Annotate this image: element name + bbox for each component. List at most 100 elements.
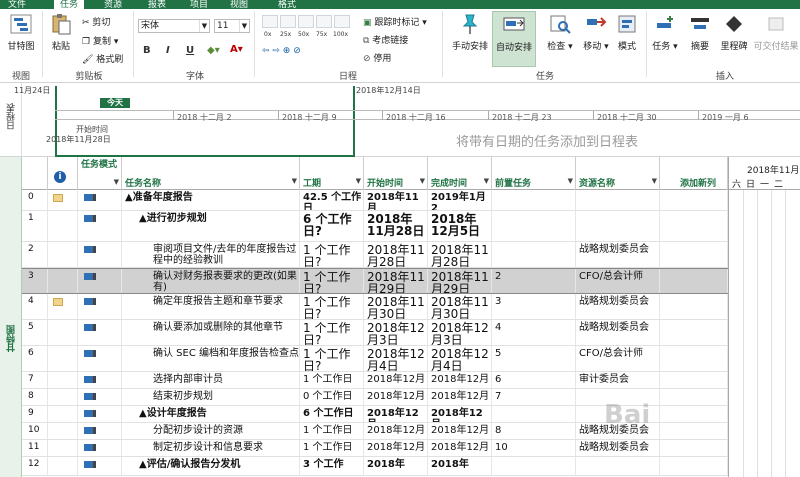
resource-cell[interactable] (576, 190, 660, 210)
finish-date-cell[interactable]: 2019年1月2 (428, 190, 492, 210)
finish-date-cell[interactable]: 2018年11月29日 (428, 269, 492, 293)
indent-buttons[interactable]: ⇦ ⇨ ⊕ ⊘ (262, 46, 301, 56)
chevron-down-icon[interactable]: ▼ (239, 20, 249, 32)
pct-75-button[interactable] (316, 15, 332, 28)
chevron-down-icon[interactable]: ▼ (568, 177, 573, 185)
finish-date-cell[interactable]: 2018年12月4日 (428, 346, 492, 371)
resource-cell[interactable]: CFO/总会计师 (576, 269, 660, 293)
task-mode-cell[interactable] (78, 372, 122, 388)
tab-report[interactable]: 报表 (148, 0, 166, 9)
predecessor-cell[interactable]: 10 (492, 440, 576, 456)
row-id-cell[interactable]: 7 (22, 372, 48, 388)
pct-0-button[interactable] (262, 15, 278, 28)
bold-button[interactable]: B (143, 45, 151, 56)
chevron-down-icon[interactable]: ▼ (199, 20, 209, 32)
table-row[interactable]: 11 制定初步设计和信息要求 1 个工作日 2018年12月 2018年12月 10 战略规… (22, 440, 728, 457)
task-mode-cell[interactable] (78, 294, 122, 319)
resource-cell[interactable]: 战略规划委员会 (576, 242, 660, 267)
predecessor-cell[interactable] (492, 457, 576, 475)
finish-date-cell[interactable]: 2018年12月 (428, 440, 492, 456)
tab-file[interactable]: 文件 (8, 0, 26, 9)
predecessor-cell[interactable]: 5 (492, 346, 576, 371)
resource-cell[interactable]: 战略规划委员会 (576, 320, 660, 345)
resource-cell[interactable]: 战略规划委员会 (576, 294, 660, 319)
header-duration[interactable]: 工期 ▼ (300, 157, 364, 190)
auto-schedule-button[interactable]: 自动安排 (492, 11, 536, 67)
resource-cell[interactable]: 战略规划委员会 (576, 440, 660, 456)
row-indicator-cell[interactable] (48, 372, 78, 388)
chevron-down-icon[interactable]: ▼ (292, 177, 297, 185)
header-info[interactable]: i (48, 157, 78, 190)
duration-cell[interactable]: 42.5 个工作日 (300, 190, 364, 210)
add-column-cell[interactable] (660, 440, 728, 456)
header-add-column[interactable]: 添加新列 (660, 157, 728, 190)
start-date-cell[interactable]: 2018年12月 (364, 372, 428, 388)
tab-project[interactable]: 项目 (190, 0, 208, 9)
format-painter-button[interactable]: 🖌 格式刷 (82, 52, 123, 65)
row-id-cell[interactable]: 5 (22, 320, 48, 345)
insert-task-button[interactable]: 任务 ▾ (650, 13, 680, 52)
row-id-cell[interactable]: 2 (22, 242, 48, 267)
row-id-cell[interactable]: 10 (22, 423, 48, 439)
row-indicator-cell[interactable] (48, 320, 78, 345)
manual-schedule-button[interactable]: 手动安排 (448, 13, 492, 52)
add-column-cell[interactable] (660, 457, 728, 475)
finish-date-cell[interactable]: 2018年12月 (428, 372, 492, 388)
predecessor-cell[interactable]: 8 (492, 423, 576, 439)
task-name-cell[interactable]: ▲评估/确认报告分发机 (122, 457, 300, 475)
finish-date-cell[interactable]: 2018年12月3日 (428, 320, 492, 345)
timeline-view[interactable]: 日程表 11月24日 2018年12月14日 今天 2018 十二月 2 201… (0, 83, 800, 157)
mark-on-track-button[interactable]: ▣ 跟踪时标记 ▾ (363, 15, 427, 28)
duration-cell[interactable]: 1 个工作日? (300, 294, 364, 319)
add-column-cell[interactable] (660, 406, 728, 422)
table-row[interactable]: 2 审阅项目文件/去年的年度报告过程中的经验教训 1 个工作日? 2018年11月28… (22, 242, 728, 268)
header-task-mode[interactable]: 任务模式 ▼ (78, 157, 122, 190)
background-color-icon[interactable]: ◆▾ (207, 45, 220, 56)
task-mode-cell[interactable] (78, 320, 122, 345)
start-date-cell[interactable]: 2018年11月28日 (364, 242, 428, 267)
task-mode-cell[interactable] (78, 346, 122, 371)
summary-button[interactable]: 摘要 (686, 13, 714, 52)
duration-cell[interactable]: 1 个工作日? (300, 320, 364, 345)
finish-date-cell[interactable]: 2018年12月 (428, 406, 492, 422)
pct-25-button[interactable] (280, 15, 296, 28)
row-indicator-cell[interactable] (48, 269, 78, 293)
predecessor-cell[interactable] (492, 190, 576, 210)
duration-cell[interactable]: 1 个工作日 (300, 440, 364, 456)
pct-100-button[interactable] (334, 15, 350, 28)
add-column-cell[interactable] (660, 320, 728, 345)
milestone-button[interactable]: 里程碑 (718, 13, 750, 52)
row-id-cell[interactable]: 9 (22, 406, 48, 422)
copy-button[interactable]: ❐ 复制 ▾ (82, 34, 118, 47)
duration-cell[interactable]: 1 个工作日 (300, 423, 364, 439)
chevron-down-icon[interactable]: ▾ (601, 42, 609, 52)
chevron-down-icon[interactable]: ▼ (114, 177, 119, 187)
task-mode-cell[interactable] (78, 389, 122, 405)
row-id-cell[interactable]: 1 (22, 211, 48, 241)
tab-resource[interactable]: 资源 (104, 0, 122, 9)
task-name-cell[interactable]: 分配初步设计的资源 (122, 423, 300, 439)
task-name-cell[interactable]: 制定初步设计和信息要求 (122, 440, 300, 456)
finish-date-cell[interactable]: 2018年11月28日 (428, 242, 492, 267)
add-column-cell[interactable] (660, 269, 728, 293)
underline-button[interactable]: U (186, 45, 194, 56)
note-icon[interactable] (53, 194, 63, 202)
duration-cell[interactable]: 3 个工作 (300, 457, 364, 475)
start-date-cell[interactable]: 2018年12月 (364, 440, 428, 456)
resource-cell[interactable] (576, 457, 660, 475)
table-row[interactable]: 0 ▲准备年度报告 42.5 个工作日 2018年11月 2019年1月2 (22, 190, 728, 211)
row-indicator-cell[interactable] (48, 294, 78, 319)
task-name-cell[interactable]: 审阅项目文件/去年的年度报告过程中的经验教训 (122, 242, 300, 267)
move-button[interactable]: 移动 ▾ (578, 13, 614, 52)
predecessor-cell[interactable] (492, 406, 576, 422)
chevron-down-icon[interactable]: ▼ (652, 177, 657, 185)
task-name-cell[interactable]: ▲进行初步规划 (122, 211, 300, 241)
start-date-cell[interactable]: 2018年 (364, 457, 428, 475)
row-id-cell[interactable]: 12 (22, 457, 48, 475)
row-id-cell[interactable]: 8 (22, 389, 48, 405)
row-indicator-cell[interactable] (48, 190, 78, 210)
row-indicator-cell[interactable] (48, 457, 78, 475)
chevron-down-icon[interactable]: ▼ (484, 177, 489, 185)
predecessor-cell[interactable]: 6 (492, 372, 576, 388)
mode-button[interactable]: 模式 (612, 13, 642, 52)
